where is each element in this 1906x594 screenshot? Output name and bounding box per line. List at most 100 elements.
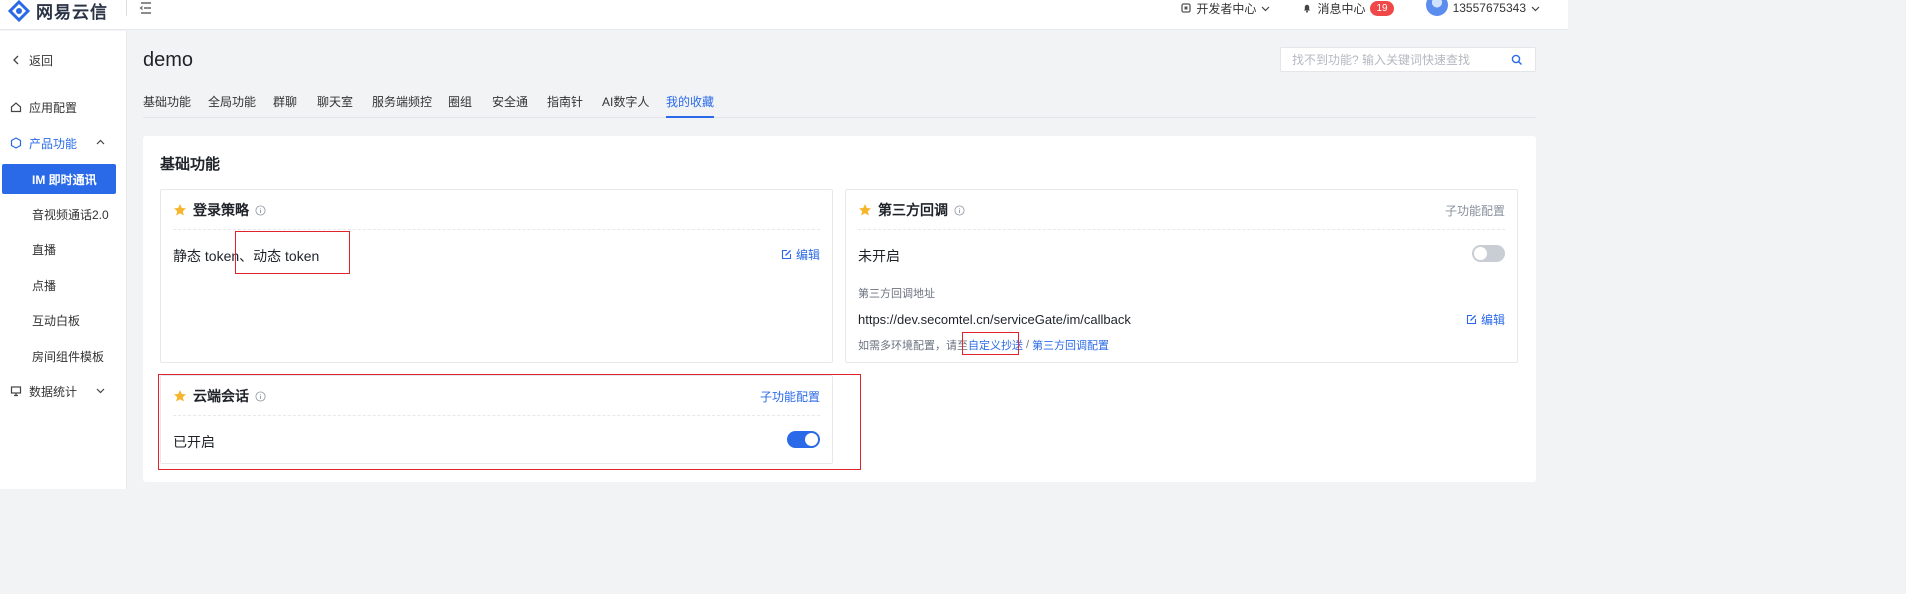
card-divider bbox=[173, 229, 820, 230]
edit-label: 编辑 bbox=[795, 248, 820, 262]
card-header: 第三方回调 bbox=[858, 200, 965, 220]
tab-chatroom[interactable]: 聊天室 bbox=[317, 93, 353, 118]
sidebar-item-data-stats[interactable]: 数据统计 bbox=[0, 376, 127, 406]
search-input[interactable]: 找不到功能? 输入关键词快速查找 bbox=[1280, 47, 1536, 72]
logo-divider bbox=[126, 0, 127, 16]
tab-basic[interactable]: 基础功能 bbox=[143, 93, 191, 118]
sidebar-item-label: 互动白板 bbox=[32, 313, 81, 328]
tab-ai-human[interactable]: AI数字人 bbox=[602, 93, 649, 118]
sidebar-item-label: IM 即时通讯 bbox=[32, 172, 97, 187]
message-center[interactable]: 消息中心 19 bbox=[1302, 0, 1394, 17]
sidebar-item-room-template[interactable]: 房间组件模板 bbox=[0, 341, 127, 371]
cloud-session-toggle[interactable] bbox=[787, 431, 820, 448]
section-title: 基础功能 bbox=[160, 156, 221, 173]
message-center-label: 消息中心 bbox=[1317, 1, 1366, 16]
search-icon[interactable] bbox=[1511, 54, 1523, 66]
sidebar-item-label: 产品功能 bbox=[29, 136, 78, 151]
sidebar-item-whiteboard[interactable]: 互动白板 bbox=[0, 305, 127, 335]
tab-security[interactable]: 安全通 bbox=[492, 93, 528, 118]
brand-logo[interactable]: 网易云信 bbox=[8, 0, 108, 23]
sidebar-back-label: 返回 bbox=[29, 53, 54, 68]
page-title: demo bbox=[143, 49, 194, 71]
edit-icon bbox=[781, 249, 792, 260]
sidebar-item-label: 点播 bbox=[32, 278, 57, 293]
callback-sub-config-link[interactable]: 子功能配置 bbox=[1445, 202, 1505, 219]
login-policy-value: 静态 token、动态 token bbox=[173, 248, 320, 264]
sidebar-item-vod[interactable]: 点播 bbox=[0, 270, 127, 300]
tab-group-chat[interactable]: 群聊 bbox=[273, 93, 297, 118]
callback-note: 如需多环境配置，请至 自定义抄送 / 第三方回调配置 bbox=[858, 337, 1109, 353]
card-divider bbox=[858, 229, 1505, 230]
sidebar-item-product-features[interactable]: 产品功能 bbox=[0, 128, 127, 158]
info-icon[interactable] bbox=[255, 390, 266, 402]
monitor-icon bbox=[10, 386, 22, 397]
logo-mark-icon bbox=[8, 0, 30, 22]
card-title: 云端会话 bbox=[193, 388, 249, 404]
sidebar: 返回 应用配置 产品功能 IM 即时通讯 音视频通话2.0 直播 点播 互动白板… bbox=[0, 31, 127, 489]
avatar bbox=[1425, 0, 1448, 16]
toggle-knob bbox=[1474, 247, 1487, 260]
note-prefix: 如需多环境配置，请至 bbox=[858, 340, 968, 352]
tab-compass[interactable]: 指南针 bbox=[547, 93, 583, 118]
callback-toggle[interactable] bbox=[1472, 245, 1505, 262]
tab-server-rate-limit[interactable]: 服务端频控 bbox=[372, 93, 432, 118]
custom-cc-link[interactable]: 自定义抄送 bbox=[968, 337, 1023, 353]
card-header: 云端会话 bbox=[173, 386, 266, 406]
home-icon bbox=[10, 102, 22, 113]
cloud-sub-config-link[interactable]: 子功能配置 bbox=[760, 388, 820, 405]
account-phone: 13557675343 bbox=[1452, 1, 1526, 15]
tab-circle-group[interactable]: 圈组 bbox=[448, 93, 472, 118]
collapse-icon[interactable] bbox=[139, 1, 153, 15]
card-header: 登录策略 bbox=[173, 200, 266, 220]
dev-center-menu[interactable]: 开发者中心 bbox=[1181, 0, 1270, 17]
callback-config-link[interactable]: 第三方回调配置 bbox=[1032, 337, 1109, 353]
callback-status: 未开启 bbox=[858, 248, 900, 264]
cloud-session-status: 已开启 bbox=[173, 434, 215, 450]
chevron-down-icon bbox=[96, 388, 105, 394]
hexagon-icon bbox=[10, 137, 22, 149]
sidebar-item-label: 房间组件模板 bbox=[32, 349, 105, 364]
card-divider bbox=[173, 415, 820, 416]
callback-address-label: 第三方回调地址 bbox=[858, 288, 935, 300]
account-menu[interactable]: 13557675343 bbox=[1425, 0, 1540, 16]
sidebar-item-label: 直播 bbox=[32, 242, 57, 257]
toggle-knob bbox=[805, 433, 818, 446]
sidebar-item-app-config[interactable]: 应用配置 bbox=[0, 92, 127, 122]
chevron-down-icon bbox=[1531, 6, 1540, 11]
dev-center-label: 开发者中心 bbox=[1196, 1, 1257, 16]
info-icon[interactable] bbox=[954, 204, 965, 216]
cloud-session-card: 云端会话 子功能配置 已开启 bbox=[160, 375, 833, 464]
top-bar: 网易云信 开发者中心 消息中心 19 13557675343 bbox=[0, 0, 1568, 30]
bell-icon bbox=[1304, 4, 1311, 13]
login-policy-edit-button[interactable]: 编辑 bbox=[781, 246, 820, 263]
star-icon[interactable] bbox=[173, 389, 187, 403]
dev-center-icon bbox=[1181, 3, 1192, 13]
star-icon[interactable] bbox=[173, 203, 187, 217]
callback-edit-button[interactable]: 编辑 bbox=[1466, 311, 1505, 328]
info-icon[interactable] bbox=[255, 204, 266, 216]
feature-tabs: 基础功能 全局功能 群聊 聊天室 服务端频控 圈组 安全通 指南针 AI数字人 … bbox=[143, 88, 1536, 118]
sidebar-item-live[interactable]: 直播 bbox=[0, 234, 127, 264]
edit-label: 编辑 bbox=[1480, 313, 1505, 327]
sidebar-item-label: 应用配置 bbox=[29, 100, 78, 115]
top-right-menu: 开发者中心 消息中心 19 13557675343 bbox=[1181, 0, 1540, 16]
star-icon[interactable] bbox=[858, 203, 872, 217]
chevron-down-icon bbox=[1262, 6, 1270, 11]
edit-icon bbox=[1466, 314, 1477, 325]
third-party-callback-card: 第三方回调 子功能配置 未开启 第三方回调地址 https://dev.seco… bbox=[845, 189, 1518, 363]
chevron-up-icon bbox=[96, 139, 105, 145]
tab-favorites[interactable]: 我的收藏 bbox=[666, 93, 715, 118]
login-policy-card: 登录策略 静态 token、动态 token 编辑 bbox=[160, 189, 833, 363]
sidebar-item-av-call[interactable]: 音视频通话2.0 bbox=[0, 199, 127, 229]
brand-name: 网易云信 bbox=[36, 3, 108, 22]
note-separator: / bbox=[1026, 339, 1030, 351]
back-chevron-icon bbox=[13, 55, 19, 65]
tab-global[interactable]: 全局功能 bbox=[208, 93, 256, 118]
sidebar-back[interactable]: 返回 bbox=[0, 45, 127, 75]
sidebar-item-im[interactable]: IM 即时通讯 bbox=[2, 164, 116, 194]
card-title: 登录策略 bbox=[193, 202, 249, 218]
message-count-badge: 19 bbox=[1370, 0, 1394, 16]
card-title: 第三方回调 bbox=[878, 202, 948, 218]
sidebar-item-label: 音视频通话2.0 bbox=[32, 207, 109, 222]
callback-address: https://dev.secomtel.cn/serviceGate/im/c… bbox=[858, 312, 1131, 327]
